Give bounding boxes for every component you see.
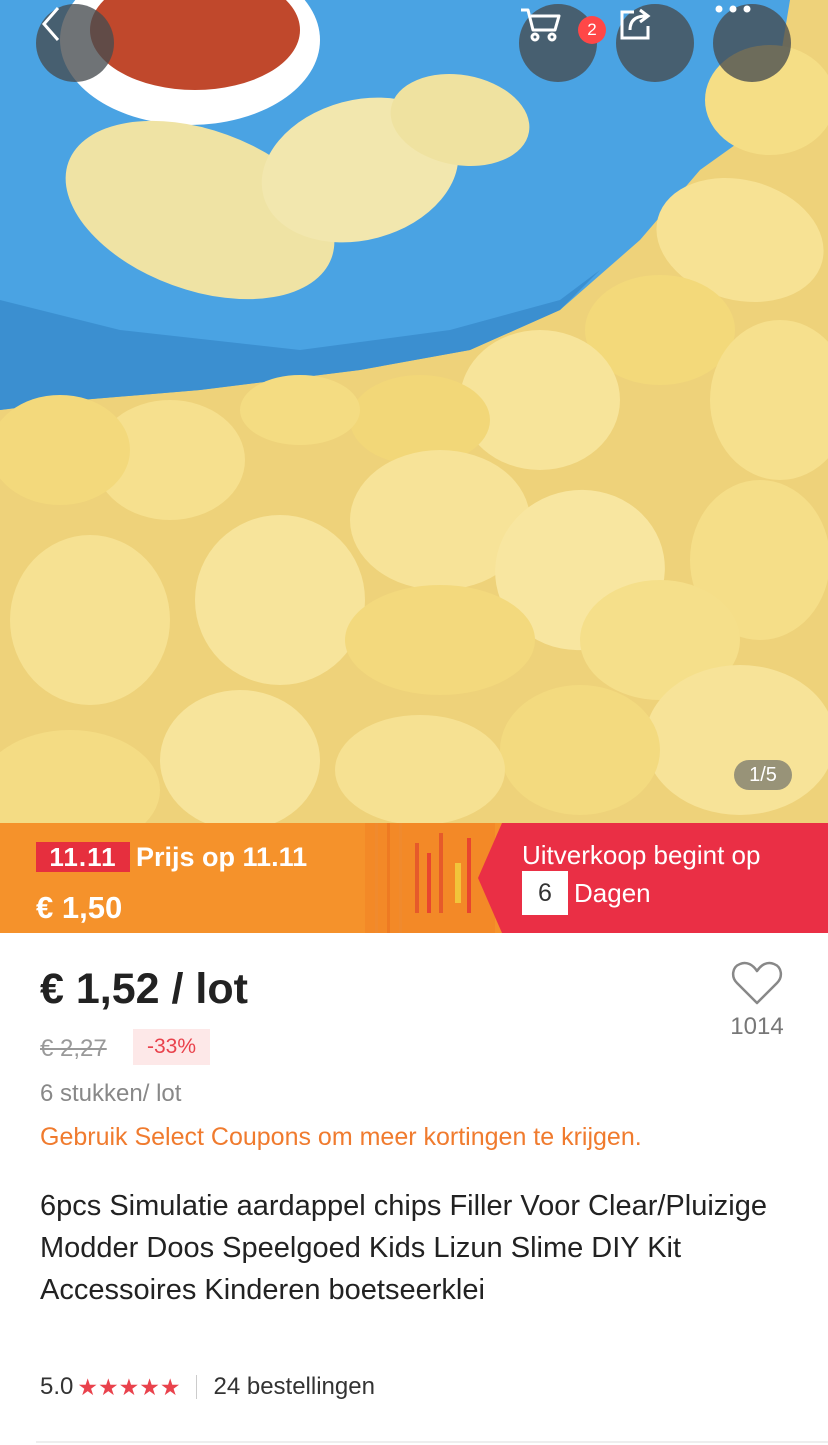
event-price-label: Prijs op 11.11	[136, 842, 308, 872]
promo-stripes	[365, 823, 495, 933]
section-divider	[36, 1441, 828, 1443]
rating-value: 5.0	[40, 1373, 74, 1400]
chevron-left-icon	[42, 7, 60, 41]
product-page: 2 1/5 11.11 Prijs op 11.11 € 1,50 Uitver…	[0, 0, 828, 1445]
coupon-link[interactable]: Gebruik Select Coupons om meer kortingen…	[40, 1123, 642, 1152]
product-title: 6pcs Simulatie aardappel chips Filler Vo…	[40, 1190, 767, 1306]
product-price: € 1,52 / lot	[40, 965, 248, 1013]
cart-count-badge: 2	[578, 16, 606, 44]
share-button[interactable]	[616, 4, 694, 82]
discount-badge: -33%	[133, 1029, 210, 1065]
more-dots-icon	[715, 5, 751, 13]
orders-count: 24 bestellingen	[213, 1373, 375, 1400]
rating-stars: ★★★★★	[77, 1373, 181, 1400]
product-image-art	[0, 0, 828, 823]
days-label: Dagen	[574, 878, 651, 908]
promo-banner[interactable]: 11.11 Prijs op 11.11 € 1,50 Uitverkoop b…	[0, 823, 828, 933]
event-tag: 11.11	[36, 842, 130, 872]
share-icon	[620, 8, 651, 40]
lot-info: 6 stukken/ lot	[40, 1080, 182, 1107]
event-price: € 1,50	[36, 890, 123, 925]
rating-row[interactable]: 5.0 ★★★★★ 24 bestellingen	[40, 1373, 375, 1401]
days-counter: 6	[522, 871, 568, 915]
product-image[interactable]: 2 1/5	[0, 0, 828, 823]
cart-icon	[521, 8, 561, 42]
heart-icon	[731, 961, 783, 1005]
back-button[interactable]	[36, 4, 114, 82]
cart-button[interactable]	[519, 4, 597, 82]
wishlist-count: 1014	[730, 1013, 784, 1040]
original-price: € 2,27	[40, 1035, 107, 1062]
sale-start-text: Uitverkoop begint op	[522, 840, 761, 870]
wishlist-button[interactable]	[731, 961, 783, 1012]
more-button[interactable]	[713, 4, 791, 82]
divider	[196, 1375, 198, 1399]
image-counter: 1/5	[734, 760, 792, 790]
